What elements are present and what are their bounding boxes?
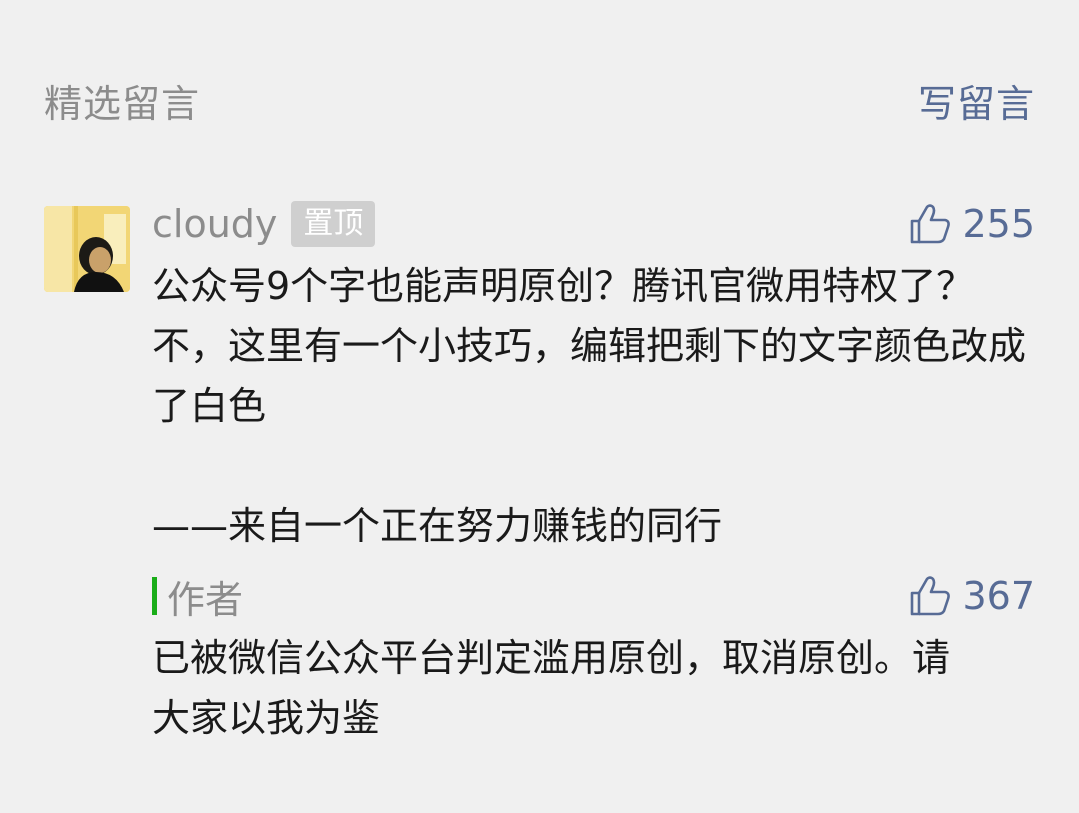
- reply-meta: 作者 367: [152, 568, 1035, 624]
- comments-page: 精选留言 写留言 cloudy 置顶 255 公众号9个字也能声明原创？腾讯官微…: [0, 0, 1079, 813]
- thumbs-up-icon: [911, 576, 951, 616]
- comment-like-count: 255: [962, 202, 1035, 246]
- avatar[interactable]: [44, 206, 130, 292]
- section-title: 精选留言: [44, 81, 201, 126]
- comments-header: 精选留言 写留言: [44, 72, 1035, 128]
- author-reply: 作者 367 已被微信公众平台判定滥用原创，取消原创。请大家以我为鉴: [152, 568, 1035, 748]
- author-marker-bar: [152, 577, 157, 615]
- reply-like-count: 367: [962, 574, 1035, 618]
- avatar-image: [44, 206, 130, 292]
- reply-like-button[interactable]: 367: [908, 574, 1035, 618]
- comment-body: cloudy 置顶 255 公众号9个字也能声明原创？腾讯官微用特权了？不，这里…: [152, 196, 1035, 556]
- author-label: 作者: [167, 577, 244, 622]
- pinned-badge: 置顶: [291, 201, 376, 247]
- comment-like-button[interactable]: 255: [908, 202, 1035, 246]
- thumbs-up-icon: [911, 204, 951, 244]
- name-wrap: cloudy 置顶: [152, 201, 376, 247]
- commenter-name: cloudy: [152, 202, 278, 246]
- comment-meta: cloudy 置顶 255: [152, 196, 1035, 252]
- write-comment-link[interactable]: 写留言: [918, 73, 1035, 128]
- author-tag: 作者: [152, 569, 243, 624]
- reply-text: 已被微信公众平台判定滥用原创，取消原创。请大家以我为鉴: [152, 636, 951, 740]
- comment-text: 公众号9个字也能声明原创？腾讯官微用特权了？不，这里有一个小技巧，编辑把剩下的文…: [152, 264, 1027, 548]
